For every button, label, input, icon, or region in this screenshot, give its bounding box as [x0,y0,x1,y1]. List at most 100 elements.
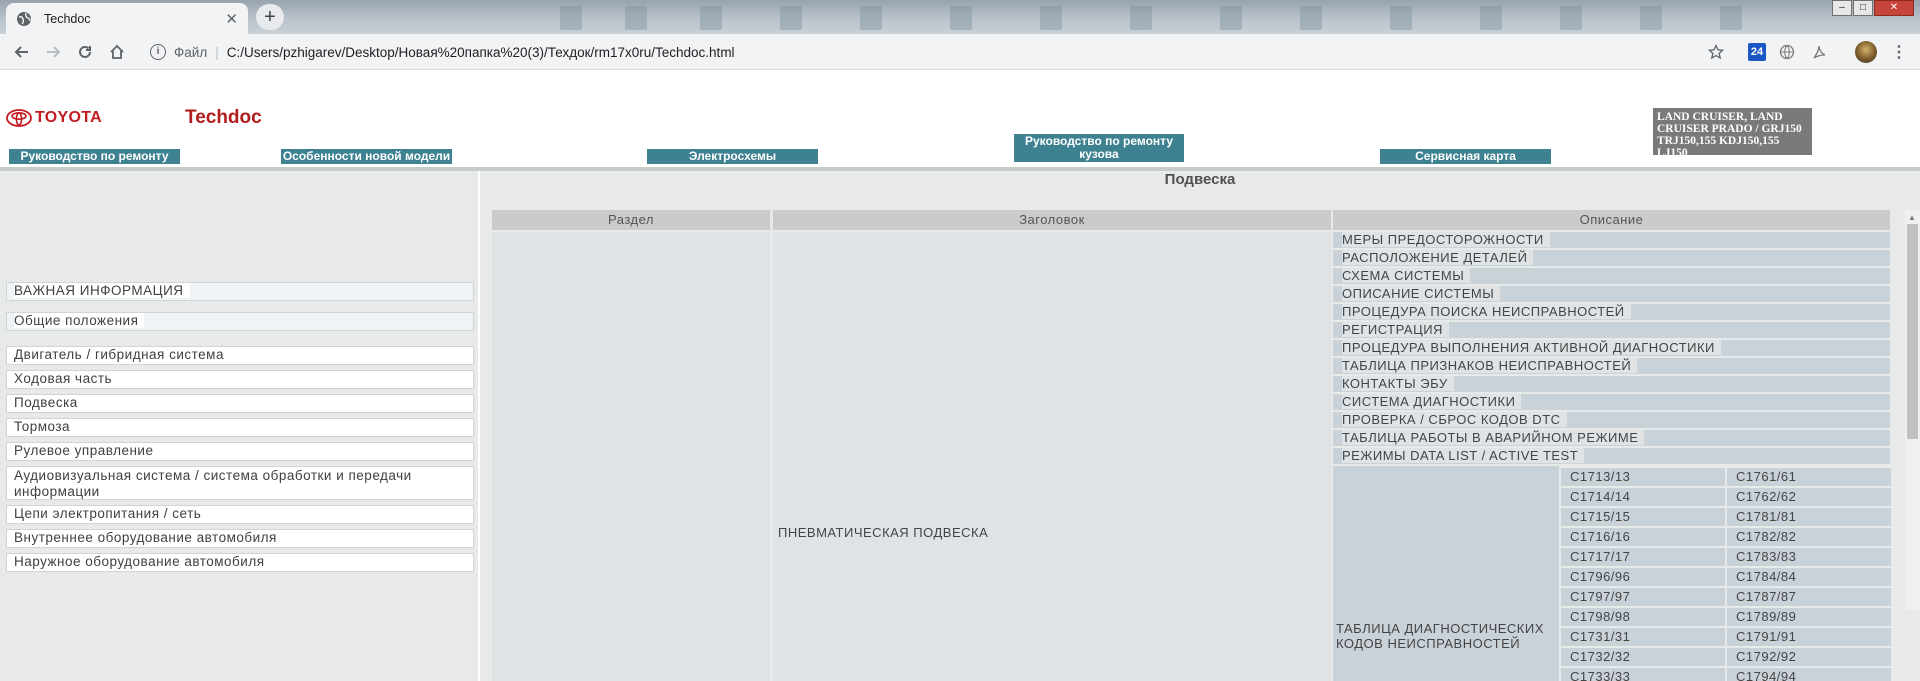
desc-link[interactable]: МЕРЫ ПРЕДОСТОРОЖНОСТИ [1333,232,1890,248]
dtc-code-link[interactable]: C1792/92 [1727,648,1891,666]
tab-title: Techdoc [44,11,91,26]
desc-link[interactable]: ТАБЛИЦА РАБОТЫ В АВАРИЙНОМ РЕЖИМЕ [1333,430,1890,446]
dtc-code-link[interactable]: C1782/82 [1727,528,1891,546]
desc-link[interactable]: РАСПОЛОЖЕНИЕ ДЕТАЛЕЙ [1333,250,1890,266]
heading-value[interactable]: ПНЕВМАТИЧЕСКАЯ ПОДВЕСКА [778,525,988,540]
info-icon[interactable]: i [150,44,166,60]
dtc-code-link[interactable]: C1783/83 [1727,548,1891,566]
section-title: Подвеска [480,171,1920,189]
desc-link[interactable]: РЕГИСТРАЦИЯ [1333,322,1890,338]
dtc-code-link[interactable]: C1733/33 [1561,668,1725,681]
pdf-extension-icon[interactable] [1810,43,1828,61]
dtc-code-link[interactable]: C1717/17 [1561,548,1725,566]
nav-service-card[interactable]: Сервисная карта [1380,149,1551,164]
desc-link-label: ОПИСАНИЕ СИСТЕМЫ [1342,286,1501,301]
desktop-icon [780,6,802,30]
dtc-code-link[interactable]: C1797/97 [1561,588,1725,606]
desktop-icon [560,6,582,30]
dtc-code-link[interactable]: C1713/13 [1561,468,1725,486]
globe-extension-icon[interactable] [1778,43,1796,61]
url-text[interactable]: C:/Users/pzhigarev/Desktop/Новая%20папка… [227,45,735,60]
browser-tab[interactable]: Techdoc ✕ [6,3,248,34]
dtc-code-link[interactable]: C1791/91 [1727,628,1891,646]
dtc-table-label[interactable]: ТАБЛИЦА ДИАГНОСТИЧЕСКИХ КОДОВ НЕИСПРАВНО… [1336,621,1556,651]
sidebar-item-suspension[interactable]: Подвеска [6,394,474,413]
desc-link[interactable]: ПРОЦЕДУРА ВЫПОЛНЕНИЯ АКТИВНОЙ ДИАГНОСТИК… [1333,340,1890,356]
dtc-code-link[interactable]: C1716/16 [1561,528,1725,546]
desc-link-label: ПРОЦЕДУРА ПОИСКА НЕИСПРАВНОСТЕЙ [1342,304,1631,319]
desc-link[interactable]: СХЕМА СИСТЕМЫ [1333,268,1890,284]
brand-name: TOYOTA [35,109,102,126]
scrollbar-thumb[interactable] [1907,224,1918,439]
forward-button[interactable] [40,39,66,65]
dtc-code-link[interactable]: C1761/61 [1727,468,1891,486]
back-button[interactable] [9,39,35,65]
dtc-code-link[interactable]: C1781/81 [1727,508,1891,526]
url-scheme: Файл [174,44,208,60]
column-header-section: Раздел [492,210,770,230]
desktop-icon [1480,6,1502,30]
desc-link[interactable]: ТАБЛИЦА ПРИЗНАКОВ НЕИСПРАВНОСТЕЙ [1333,358,1890,374]
desktop-icon [1720,6,1742,30]
nav-new-model-features[interactable]: Особенности новой модели [281,149,452,164]
desc-link-label: КОНТАКТЫ ЭБУ [1342,376,1454,391]
extension-badge[interactable]: 24 [1748,43,1766,61]
desc-link[interactable]: КОНТАКТЫ ЭБУ [1333,376,1890,392]
sidebar-item-brakes[interactable]: Тормоза [6,418,474,437]
dtc-code-link[interactable]: C1714/14 [1561,488,1725,506]
nav-wiring-diagrams[interactable]: Электросхемы [647,149,818,164]
reload-button[interactable] [72,39,98,65]
sidebar-item-exterior[interactable]: Наружное оборудование автомобиля [6,553,474,572]
arrow-left-icon [14,46,28,58]
sidebar-item-steering[interactable]: Рулевое управление [6,442,474,461]
dtc-code-link[interactable]: C1732/32 [1561,648,1725,666]
desc-link-label: РЕЖИМЫ DATA LIST / ACTIVE TEST [1342,448,1585,463]
desc-link-label: ТАБЛИЦА РАБОТЫ В АВАРИЙНОМ РЕЖИМЕ [1342,430,1645,445]
desc-link[interactable]: ОПИСАНИЕ СИСТЕМЫ [1333,286,1890,302]
dtc-code-link[interactable]: C1731/31 [1561,628,1725,646]
sidebar-item-label: Внутреннее оборудование автомобиля [14,530,283,545]
vehicle-model-box: LAND CRUISER, LAND CRUISER PRADO / GRJ15… [1653,108,1812,155]
desc-link-label: РЕГИСТРАЦИЯ [1342,322,1449,337]
dtc-code-link[interactable]: C1715/15 [1561,508,1725,526]
kebab-menu-icon[interactable]: ⋮ [1890,43,1908,61]
close-window-icon[interactable]: ✕ [1874,0,1914,16]
sidebar-item-interior[interactable]: Внутреннее оборудование автомобиля [6,529,474,548]
sidebar-item-label: ВАЖНАЯ ИНФОРМАЦИЯ [14,283,190,298]
minimize-icon[interactable]: – [1832,0,1852,16]
sidebar-item-chassis[interactable]: Ходовая часть [6,370,474,389]
sidebar-item-audio-visual[interactable]: Аудиовизуальная система / система обрабо… [6,466,474,500]
desc-link[interactable]: ПРОЦЕДУРА ПОИСКА НЕИСПРАВНОСТЕЙ [1333,304,1890,320]
window-controls: – □ ✕ [1831,0,1914,18]
sidebar-item-general[interactable]: Общие положения [6,312,474,331]
desc-link[interactable]: СИСТЕМА ДИАГНОСТИКИ [1333,394,1890,410]
dtc-code-link[interactable]: C1787/87 [1727,588,1891,606]
nav-body-repair-manual[interactable]: Руководство по ремонту кузова [1014,134,1184,162]
nav-repair-manual[interactable]: Руководство по ремонту [9,149,180,164]
column-header-heading: Заголовок [773,210,1331,230]
dtc-code-link[interactable]: C1796/96 [1561,568,1725,586]
desc-link[interactable]: ПРОВЕРКА / СБРОС КОДОВ DTC [1333,412,1890,428]
sidebar: ВАЖНАЯ ИНФОРМАЦИЯ Общие положения Двигат… [0,171,478,681]
profile-avatar[interactable] [1855,41,1877,63]
dtc-code-link[interactable]: C1784/84 [1727,568,1891,586]
dtc-code-link[interactable]: C1794/94 [1727,668,1891,681]
dtc-code-link[interactable]: C1789/89 [1727,608,1891,626]
desc-link-label: ТАБЛИЦА ПРИЗНАКОВ НЕИСПРАВНОСТЕЙ [1342,358,1638,373]
desktop-icon [1640,6,1662,30]
sidebar-item-power-network[interactable]: Цепи электропитания / сеть [6,505,474,524]
sidebar-item-important[interactable]: ВАЖНАЯ ИНФОРМАЦИЯ [6,282,474,301]
maximize-icon[interactable]: □ [1853,0,1873,16]
dtc-code-link[interactable]: C1798/98 [1561,608,1725,626]
close-tab-icon[interactable]: ✕ [225,10,238,28]
home-button[interactable] [104,39,130,65]
desc-link[interactable]: РЕЖИМЫ DATA LIST / ACTIVE TEST [1333,448,1890,464]
dtc-code-link[interactable]: C1762/62 [1727,488,1891,506]
sidebar-item-engine[interactable]: Двигатель / гибридная система [6,346,474,365]
desc-link-label: ПРОВЕРКА / СБРОС КОДОВ DTC [1342,412,1567,427]
scroll-up-icon[interactable]: ▲ [1908,213,1916,222]
address-bar[interactable]: i Файл | C:/Users/pzhigarev/Desktop/Нова… [140,38,1742,66]
new-tab-button[interactable]: + [256,4,284,30]
star-icon[interactable] [1707,43,1725,61]
content-scrollbar[interactable]: ▲ [1905,210,1920,610]
